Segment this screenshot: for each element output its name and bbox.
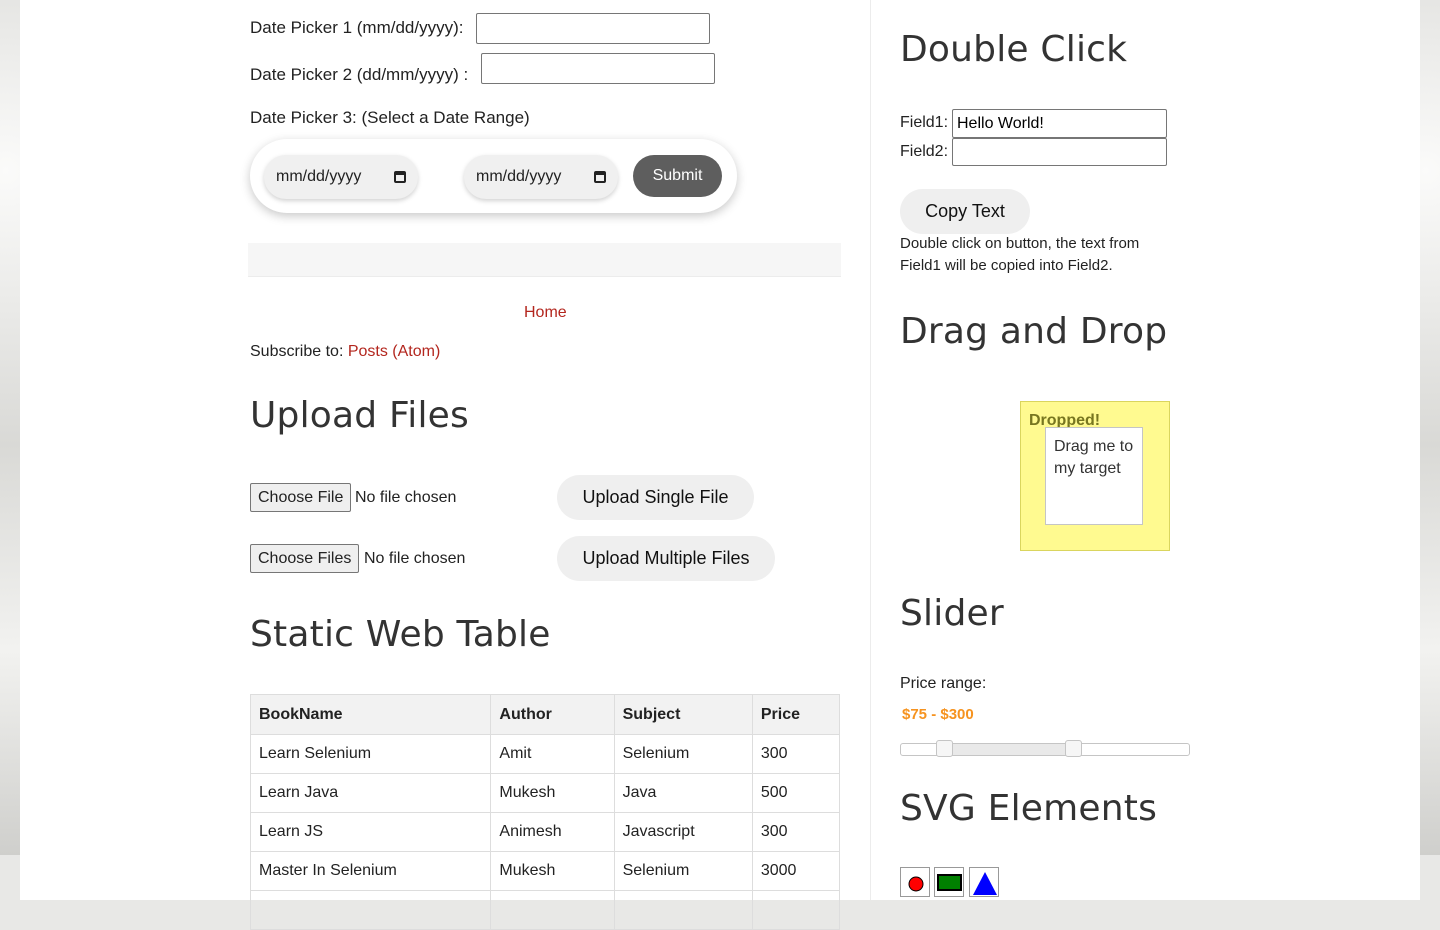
red-circle-icon[interactable] (900, 867, 930, 897)
choose-file-button[interactable]: Choose File (250, 483, 352, 512)
upload-single-file-button[interactable]: Upload Single File (557, 475, 754, 520)
upload-files-heading: Upload Files (250, 395, 469, 436)
table-cell: 500 (751, 773, 841, 813)
table-header-row: BookName Author Subject Price (249, 694, 841, 735)
calendar-icon[interactable] (594, 171, 606, 183)
table-cell: Amit (490, 734, 615, 774)
slider-selected-range (945, 744, 1074, 755)
calendar-icon[interactable] (394, 171, 406, 183)
table-cell: 300 (751, 812, 841, 852)
submit-button[interactable]: Submit (633, 155, 722, 197)
column-header: Author (490, 694, 615, 735)
subscribe-line: Subscribe to: Posts (Atom) (250, 343, 440, 361)
home-link[interactable]: Home (524, 304, 567, 322)
start-date-input[interactable]: mm/dd/yyyy (264, 155, 418, 199)
choose-files-button[interactable]: Choose Files (250, 544, 360, 573)
upload-multiple-files-button[interactable]: Upload Multiple Files (557, 536, 775, 581)
slider-heading: Slider (900, 593, 1004, 634)
green-rectangle-icon[interactable] (934, 867, 964, 897)
date-picker-2-input[interactable] (481, 53, 715, 84)
svg-elements-heading: SVG Elements (900, 788, 1158, 829)
double-click-description: Double click on button, the text from Fi… (900, 235, 1140, 274)
posts-atom-link[interactable]: Posts (Atom) (348, 343, 440, 360)
table-cell: Master In Selenium (249, 851, 492, 891)
subscribe-prefix: Subscribe to: (250, 343, 344, 360)
table-row: Learn JS Animesh Javascript 300 (249, 812, 841, 852)
date-picker-3-label: Date Picker 3: (Select a Date Range) (250, 108, 530, 127)
drag-drop-heading: Drag and Drop (900, 311, 1168, 352)
price-range-label: Price range: (900, 675, 987, 692)
table-cell: 300 (751, 734, 841, 774)
date-range-form: mm/dd/yyyy mm/dd/yyyy Submit (250, 139, 737, 213)
draggable-box[interactable]: Drag me to my target (1045, 427, 1143, 525)
table-row: Learn Selenium Amit Selenium 300 (249, 734, 841, 774)
date-picker-2-label: Date Picker 2 (dd/mm/yyyy) : (250, 65, 469, 84)
table-cell: Javascript (613, 812, 753, 852)
static-web-table: BookName Author Subject Price Learn Sele… (249, 694, 841, 930)
table-cell: Learn Java (249, 773, 492, 813)
field2-input[interactable] (952, 138, 1167, 166)
column-header: Subject (613, 694, 753, 735)
field1-input[interactable] (952, 109, 1167, 138)
table-cell: Learn JS (249, 812, 492, 852)
end-date-input[interactable]: mm/dd/yyyy (464, 155, 618, 199)
double-click-heading: Double Click (900, 29, 1128, 70)
table-cell: 3000 (751, 851, 841, 891)
slider-max-handle[interactable] (1065, 740, 1082, 757)
date-picker-1-input[interactable] (476, 13, 710, 44)
droppable-target[interactable]: Dropped! Drag me to my target (1020, 401, 1170, 551)
page-background-left (0, 0, 20, 855)
copy-text-button[interactable]: Copy Text (900, 189, 1030, 234)
slider-min-handle[interactable] (936, 740, 953, 757)
column-divider (870, 0, 871, 900)
table-row (249, 890, 841, 930)
table-cell: Mukesh (490, 773, 615, 813)
table-cell: Java (613, 773, 753, 813)
page-background-right (1420, 0, 1440, 855)
single-file-status: No file chosen (355, 489, 457, 506)
table-cell: Learn Selenium (249, 734, 492, 774)
multi-file-status: No file chosen (364, 550, 466, 567)
page-content: Date Picker 1 (mm/dd/yyyy): Date Picker … (20, 0, 1420, 930)
date-picker-1-label: Date Picker 1 (mm/dd/yyyy): (250, 18, 464, 37)
table-cell: Selenium (613, 734, 753, 774)
column-header: Price (751, 694, 841, 735)
start-date-placeholder: mm/dd/yyyy (276, 168, 362, 185)
table-row: Learn Java Mukesh Java 500 (249, 773, 841, 813)
table-row: Master In Selenium Mukesh Selenium 3000 (249, 851, 841, 891)
field2-label: Field2: (900, 143, 949, 160)
table-cell: Selenium (613, 851, 753, 891)
field1-label: Field1: (900, 114, 949, 131)
table-cell: Mukesh (490, 851, 615, 891)
static-table-heading: Static Web Table (250, 614, 551, 655)
column-header: BookName (249, 694, 492, 735)
end-date-placeholder: mm/dd/yyyy (476, 168, 562, 185)
table-cell: Animesh (490, 812, 615, 852)
blue-triangle-icon[interactable] (969, 867, 999, 897)
blog-pager-bar (248, 243, 841, 277)
price-range-value: $75 - $300 (902, 706, 974, 723)
price-slider[interactable] (900, 740, 1190, 757)
